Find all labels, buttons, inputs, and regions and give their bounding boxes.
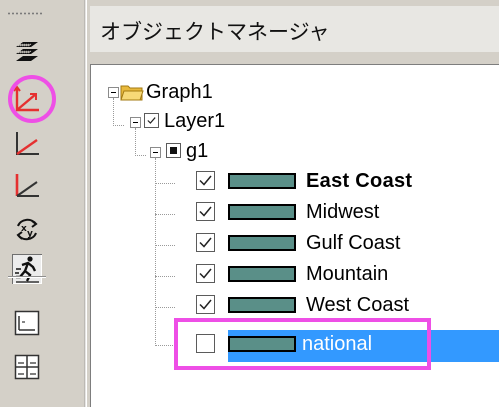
plot-visibility-checkbox[interactable] [196, 202, 215, 221]
plot-visibility-checkbox[interactable] [196, 233, 215, 252]
tree-connector [135, 128, 136, 156]
plot-visibility-checkbox[interactable] [196, 295, 215, 314]
graph-expander[interactable] [108, 87, 119, 98]
add-bottom-axis-icon [16, 132, 39, 155]
toolbar-separator [8, 276, 46, 278]
check-icon [147, 117, 156, 124]
panel-title-bar: オブジェクトマネージャ [90, 6, 499, 52]
tree-connector [155, 158, 156, 346]
plot-label: East Coast [306, 170, 413, 192]
check-icon [199, 237, 212, 248]
plot-label: West Coast [306, 294, 409, 316]
add-right-axis-icon [15, 174, 39, 197]
tree-connector [155, 345, 175, 346]
single-layout-button[interactable] [12, 308, 42, 338]
folder-icon [120, 82, 144, 102]
check-icon [199, 299, 212, 310]
toolbar-grip[interactable] [7, 12, 43, 15]
plot-label: Gulf Coast [306, 232, 401, 254]
group-visibility-checkbox[interactable] [166, 143, 181, 158]
add-axes-callout-circle [8, 75, 56, 123]
group-node-label[interactable]: g1 [186, 140, 208, 162]
national-row-callout-box [174, 318, 431, 370]
graph-toolbar: x y [0, 0, 68, 407]
tree-connector [155, 307, 175, 308]
speed-mode-button[interactable] [12, 254, 42, 284]
tree-connector [155, 214, 175, 215]
partial-state-icon [170, 147, 177, 154]
plot-label: Mountain [306, 263, 389, 285]
grid-layout-icon [14, 354, 40, 380]
swap-xy-button[interactable]: x y [12, 214, 42, 244]
grid-layout-button[interactable] [12, 352, 42, 382]
tree-connector [155, 183, 175, 184]
plot-color-swatch [228, 297, 296, 313]
plot-label: Midwest [306, 201, 380, 223]
graph-node-label[interactable]: Graph1 [146, 81, 213, 103]
check-icon [199, 175, 212, 186]
plot-color-swatch [228, 235, 296, 251]
plot-visibility-checkbox[interactable] [196, 264, 215, 283]
tree-connector [155, 245, 175, 246]
plot-color-swatch [228, 266, 296, 282]
layer-node-label[interactable]: Layer1 [164, 110, 225, 132]
svg-text:y: y [27, 229, 33, 239]
stacked-layers-icon [16, 42, 38, 61]
panel-divider[interactable] [84, 0, 87, 407]
layer-visibility-checkbox[interactable] [144, 113, 159, 128]
add-right-axis-button[interactable] [12, 170, 42, 200]
speed-mode-icon [15, 256, 39, 283]
tree-connector [155, 276, 175, 277]
stack-layers-button[interactable] [12, 36, 42, 66]
swap-xy-icon: x y [16, 218, 38, 241]
add-bottom-axis-button[interactable] [12, 128, 42, 158]
plot-color-swatch [228, 173, 296, 189]
plot-color-swatch [228, 204, 296, 220]
group-expander[interactable] [150, 147, 161, 158]
panel-title: オブジェクトマネージャ [100, 21, 330, 44]
layer-expander[interactable] [130, 117, 141, 128]
plot-visibility-checkbox[interactable] [196, 171, 215, 190]
tree-connector [113, 125, 124, 126]
tree-connector [135, 155, 146, 156]
check-icon [199, 206, 212, 217]
check-icon [199, 268, 212, 279]
single-layout-icon [14, 310, 40, 336]
tree-connector [113, 98, 114, 126]
